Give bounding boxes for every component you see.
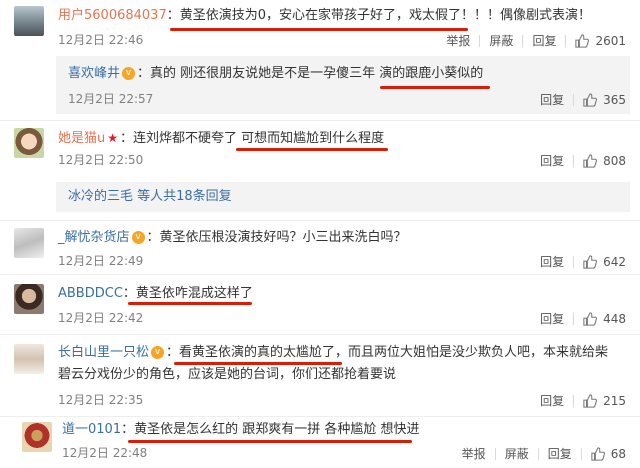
avatar[interactable] (14, 228, 44, 258)
comment-item: 用户5600684037：黄圣依演技为0，安心在家带孩子好了，戏太假了！！！偶像… (0, 0, 640, 54)
reply-button[interactable]: 回复 (540, 254, 564, 270)
like-button[interactable]: 365 (583, 91, 626, 108)
comment-actions: 回复 808 (540, 152, 626, 169)
comment-username[interactable]: 长白山里一只松 (58, 345, 149, 360)
comment-username[interactable]: 道一0101 (62, 422, 121, 437)
reply-text: ：真的 刚还很朋友说她是不是一孕傻三年 演的跟鹿小葵似的 (137, 66, 484, 81)
like-button[interactable]: 2601 (575, 32, 626, 49)
comment-time: 12月2日 22:48 (62, 446, 148, 460)
comment-text-continued: 碧云分戏份少的角色，应该是她的台词，你们还都抢着要说 (58, 367, 397, 382)
highlight-underline (128, 302, 252, 305)
vip-badge-icon: v (151, 346, 165, 359)
comment-actions: 回复 448 (540, 310, 626, 327)
like-button[interactable]: 448 (583, 310, 626, 327)
comment-text: ：黄圣依演技为0，安心在家带孩子好了，戏太假了！！！偶像剧式表演！ (166, 8, 591, 23)
comment-item: _解忧杂货店 v ：黄圣依压根没演技好吗？小三出来洗白吗？ 12月2日 22:49 … (0, 222, 640, 272)
like-count: 68 (610, 446, 626, 461)
more-replies-count[interactable]: 共18条回复 (163, 189, 232, 204)
comment-username[interactable]: ABBDDCC (58, 286, 123, 301)
comment-item: 长白山里一只松 v ：看黄圣依演的真的太尴尬了，而且两位大姐怕是没少欺负人吧，本来就… (0, 336, 640, 414)
comment-time: 12月2日 22:42 (58, 311, 144, 325)
vip-badge-icon: v (131, 231, 145, 244)
like-button[interactable]: 642 (583, 253, 626, 270)
avatar[interactable] (14, 344, 44, 374)
thumbs-up-icon (591, 447, 605, 461)
like-count: 808 (603, 153, 626, 168)
thumbs-up-icon (583, 312, 598, 326)
comment-actions: 举报 屏蔽 回复 2601 (446, 32, 626, 49)
comment-text: ：黄圣依咋混成这样了 (122, 286, 253, 301)
vip-badge-icon: v (122, 67, 136, 80)
avatar[interactable] (14, 284, 44, 314)
reply-box: 喜欢峰井 v ：真的 刚还很朋友说她是不是一孕傻三年 演的跟鹿小葵似的 12月2日 … (56, 56, 630, 114)
like-count: 642 (603, 254, 626, 269)
comment-item: ABBDDCC：黄圣依咋混成这样了 12月2日 22:42 回复 448 (0, 276, 640, 330)
more-replies-box[interactable]: 冰冷的三毛 等人共18条回复 (56, 182, 630, 212)
highlight-underline (170, 28, 468, 31)
avatar[interactable] (14, 128, 44, 158)
comment-time: 12月2日 22:49 (58, 254, 144, 268)
avatar[interactable] (14, 6, 44, 36)
report-button[interactable]: 举报 (462, 446, 486, 462)
comment-username[interactable]: _解忧杂货店 (58, 230, 130, 245)
block-button[interactable]: 屏蔽 (505, 446, 529, 462)
comment-text: ：看黄圣依演的真的太尴尬了，而且两位大姐怕是没少欺负人吧，本来就给柴 (166, 345, 609, 360)
avatar[interactable] (22, 422, 52, 452)
thumbs-up-icon (583, 394, 598, 408)
highlight-underline (128, 440, 412, 443)
comment-actions: 举报 屏蔽 回复 68 (462, 445, 626, 462)
like-count: 448 (603, 311, 626, 326)
reply-button[interactable]: 回复 (540, 311, 564, 327)
more-replies-users[interactable]: 冰冷的三毛 等人 (68, 189, 163, 204)
reply-button[interactable]: 回复 (532, 33, 556, 49)
like-count: 365 (603, 92, 626, 107)
comment-time: 12月2日 22:46 (58, 33, 144, 47)
comment-text: ：黄圣依压根没演技好吗？小三出来洗白吗？ (146, 230, 407, 245)
block-button[interactable]: 屏蔽 (489, 33, 513, 49)
reply-actions: 回复 365 (540, 91, 626, 108)
like-count: 215 (603, 393, 626, 408)
reply-button[interactable]: 回复 (540, 153, 564, 169)
thumbs-up-icon (583, 154, 598, 168)
highlight-underline (174, 362, 342, 365)
comment-username[interactable]: 用户5600684037 (58, 8, 167, 23)
star-badge-icon: ★ (107, 131, 119, 145)
comment-time: 12月2日 22:50 (58, 153, 144, 167)
like-button[interactable]: 215 (583, 392, 626, 409)
comment-text: ：连刘烨都不硬夸了 可想而知尴尬到什么程度 (120, 131, 385, 146)
reply-username[interactable]: 喜欢峰井 (68, 66, 120, 81)
like-button[interactable]: 808 (583, 152, 626, 169)
thumbs-up-icon (583, 93, 598, 107)
like-button[interactable]: 68 (591, 445, 626, 462)
reply-time: 12月2日 22:57 (68, 92, 154, 106)
comment-text: ：黄圣依是怎么红的 跟郑爽有一拼 各种尴尬 想快进 (121, 422, 420, 437)
reply-button[interactable]: 回复 (540, 393, 564, 409)
reply-button[interactable]: 回复 (548, 446, 572, 462)
comment-item: 道一0101：黄圣依是怎么红的 跟郑爽有一拼 各种尴尬 想快进 12月2日 22… (0, 418, 640, 468)
thumbs-up-icon (575, 34, 590, 48)
thumbs-up-icon (583, 255, 598, 269)
comment-actions: 回复 215 (540, 392, 626, 409)
report-button[interactable]: 举报 (446, 33, 470, 49)
like-count: 2601 (595, 33, 626, 48)
comment-time: 12月2日 22:35 (58, 393, 144, 407)
comment-username[interactable]: 她是猫u (58, 131, 105, 146)
highlight-underline (380, 86, 490, 89)
comment-actions: 回复 642 (540, 253, 626, 270)
highlight-underline (236, 148, 388, 151)
reply-button[interactable]: 回复 (540, 92, 564, 108)
